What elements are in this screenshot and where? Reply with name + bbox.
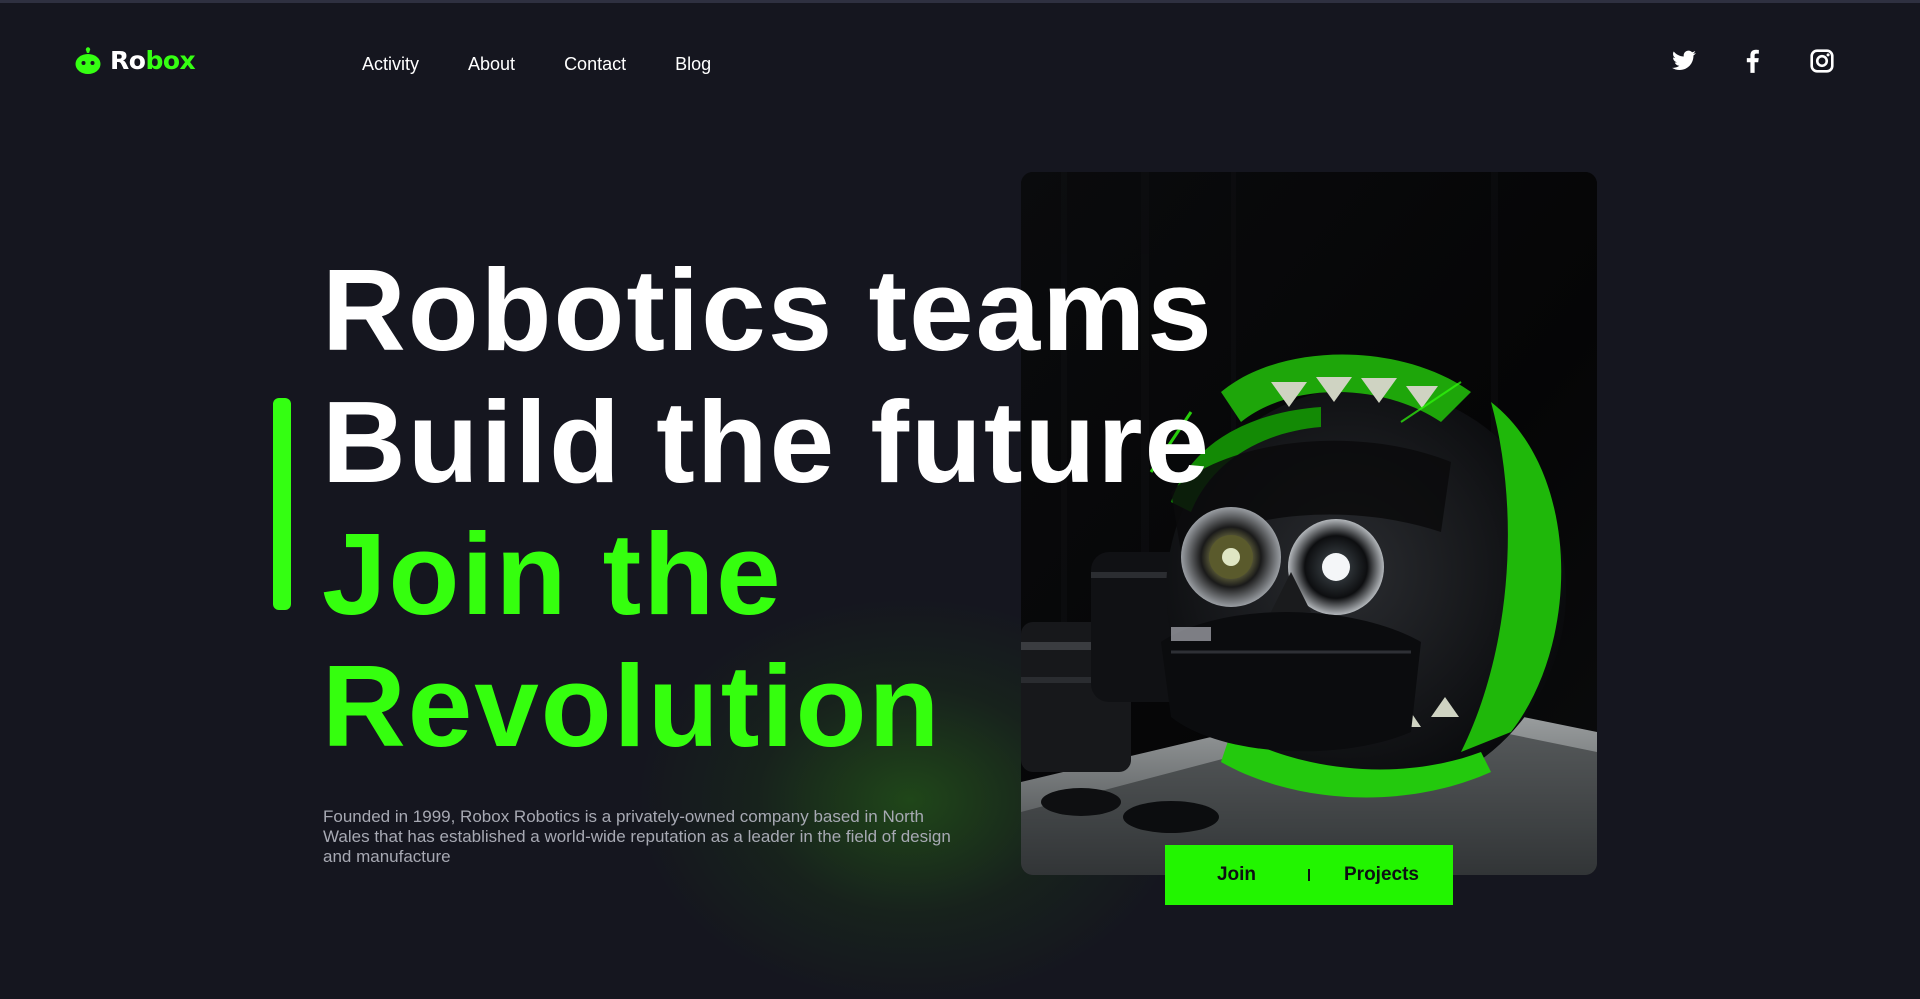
instagram-icon[interactable]	[1809, 48, 1835, 74]
nav-link-activity[interactable]: Activity	[362, 52, 419, 76]
headline-line-4: Revolution	[322, 641, 942, 771]
headline-line-2: Build the future	[322, 377, 1212, 507]
facebook-icon[interactable]	[1740, 48, 1766, 74]
robot-head-icon	[74, 46, 102, 75]
page: Robox Activity About Contact Blog Roboti…	[0, 0, 1920, 999]
nav-link-contact[interactable]: Contact	[564, 52, 626, 76]
accent-bar	[273, 398, 291, 610]
hero-headline: Robotics teams Build the future Join the…	[322, 244, 1214, 772]
nav-link-about[interactable]: About	[468, 52, 515, 76]
hero-description: Founded in 1999, Robox Robotics is a pri…	[323, 807, 951, 866]
main-nav: Activity About Contact Blog	[362, 52, 711, 76]
nav-link-blog[interactable]: Blog	[675, 52, 711, 76]
top-border	[0, 0, 1920, 3]
logo-text-ro: Ro	[110, 46, 146, 75]
projects-button[interactable]: Projects	[1310, 845, 1453, 905]
join-button[interactable]: Join	[1165, 845, 1308, 905]
social-links	[1671, 48, 1835, 74]
logo[interactable]: Robox	[74, 46, 196, 75]
headline-line-3: Join the	[322, 509, 783, 639]
cta-button-group: Join Projects	[1165, 845, 1453, 905]
logo-text: Robox	[110, 46, 196, 75]
logo-text-box: box	[145, 46, 196, 75]
twitter-icon[interactable]	[1671, 48, 1697, 74]
headline-line-1: Robotics teams	[322, 245, 1214, 375]
